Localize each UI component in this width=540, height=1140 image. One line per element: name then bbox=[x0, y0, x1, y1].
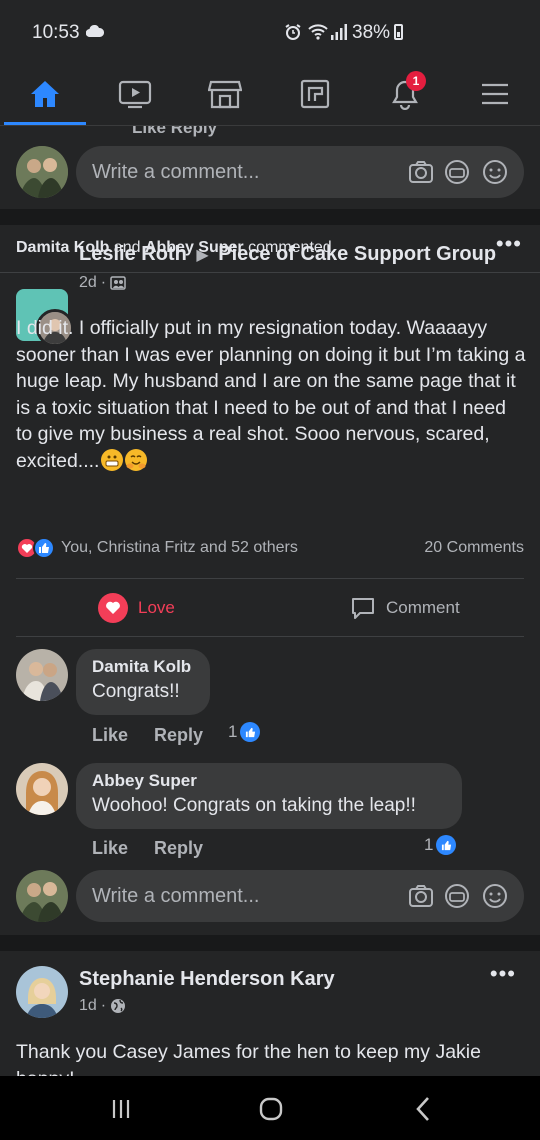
gif-sticker-icon[interactable] bbox=[444, 159, 470, 185]
comment-placeholder: Write a comment... bbox=[92, 885, 260, 907]
comment-text: Congrats!! bbox=[92, 681, 180, 702]
top-navigation: 1 bbox=[0, 64, 540, 126]
commenter-name[interactable]: Damita Kolb bbox=[92, 657, 194, 677]
nav-watch[interactable] bbox=[90, 64, 180, 124]
post-text: I did it. I officially put in my resigna… bbox=[16, 317, 526, 472]
more-options-icon[interactable]: ••• bbox=[490, 961, 516, 987]
post-author-line: Leslie Roth ▶ Piece of Cake Support Grou… bbox=[79, 243, 496, 266]
meta-dot: · bbox=[100, 997, 107, 1014]
hamburger-menu-icon bbox=[482, 83, 508, 105]
commenter-name[interactable]: Abbey Super bbox=[92, 771, 446, 791]
post-time[interactable]: 2d bbox=[79, 274, 97, 292]
nav-home[interactable] bbox=[0, 64, 90, 124]
activity-divider bbox=[0, 272, 540, 273]
comment-bubble[interactable]: Damita Kolb Congrats!! bbox=[76, 649, 210, 715]
comment-placeholder: Write a comment... bbox=[92, 161, 260, 183]
actions-divider bbox=[16, 636, 524, 637]
nav-active-indicator bbox=[4, 122, 86, 125]
comment-like-count[interactable]: 1 bbox=[228, 722, 261, 742]
comment-like-count[interactable]: 1 bbox=[424, 835, 457, 855]
battery-percent: 38% bbox=[352, 22, 391, 43]
commenter-avatar[interactable] bbox=[16, 649, 68, 701]
post-meta: 2d · bbox=[79, 274, 126, 292]
current-user-avatar[interactable] bbox=[16, 870, 68, 922]
comment-like-number: 1 bbox=[228, 722, 238, 741]
comment-like-button[interactable]: Like bbox=[92, 725, 128, 746]
status-bar: 10:53 38% bbox=[0, 0, 540, 64]
home-icon bbox=[31, 81, 59, 107]
emoji-icon[interactable] bbox=[482, 159, 508, 185]
arrow-right-icon: ▶ bbox=[196, 247, 209, 264]
nav-marketplace[interactable] bbox=[180, 64, 270, 124]
emoji-icon[interactable] bbox=[482, 883, 508, 909]
comment-bubble[interactable]: Abbey Super Woohoo! Congrats on taking t… bbox=[76, 763, 462, 829]
next-post-card: Stephanie Henderson Kary 1d · ••• Thank … bbox=[0, 951, 540, 1076]
cloud-icon bbox=[86, 25, 104, 37]
reactions-summary[interactable]: You, Christina Fritz and 52 others bbox=[16, 537, 298, 559]
next-post-meta: 1d · bbox=[79, 997, 126, 1015]
next-post-author[interactable]: Stephanie Henderson Kary bbox=[79, 968, 335, 991]
status-time: 10:53 bbox=[32, 22, 80, 43]
comment-input[interactable]: Write a comment... bbox=[76, 146, 524, 198]
next-post-time[interactable]: 1d bbox=[79, 997, 97, 1015]
nav-notifications[interactable]: 1 bbox=[360, 64, 450, 124]
signal-icon bbox=[331, 24, 347, 40]
comment-like-number: 1 bbox=[424, 835, 434, 854]
group-audience-icon bbox=[110, 276, 126, 290]
notification-badge: 1 bbox=[406, 71, 426, 91]
comment-text: Woohoo! Congrats on taking the leap!! bbox=[92, 795, 416, 816]
wifi-icon bbox=[308, 24, 328, 40]
love-button[interactable]: Love bbox=[98, 578, 175, 638]
comment-bubble-icon bbox=[352, 598, 374, 619]
post-group-name[interactable]: Piece of Cake Support Group bbox=[218, 243, 496, 265]
comment-reply-button[interactable]: Reply bbox=[154, 838, 203, 859]
cut-like-reply: Like Reply bbox=[132, 126, 218, 137]
camera-icon[interactable] bbox=[408, 883, 434, 909]
like-reaction-icon bbox=[33, 537, 55, 559]
post-author-name[interactable]: Leslie Roth bbox=[79, 243, 187, 265]
comment-like-button[interactable]: Like bbox=[92, 838, 128, 859]
recent-apps-icon[interactable] bbox=[110, 1098, 132, 1120]
love-label: Love bbox=[138, 598, 175, 617]
marketplace-icon bbox=[208, 80, 242, 109]
grimacing-emoji bbox=[101, 448, 124, 471]
gif-sticker-icon[interactable] bbox=[444, 883, 470, 909]
comments-count[interactable]: 20 Comments bbox=[424, 539, 524, 557]
post-card: Damita Kolb and Abbey Super commented. •… bbox=[0, 225, 540, 935]
home-button-icon[interactable] bbox=[258, 1096, 284, 1122]
meta-dot: · bbox=[100, 274, 107, 291]
system-navigation-bar bbox=[0, 1076, 540, 1140]
hugging-emoji bbox=[125, 448, 148, 471]
like-reaction-icon bbox=[436, 835, 457, 855]
love-icon bbox=[98, 593, 128, 623]
back-icon[interactable] bbox=[414, 1096, 432, 1122]
comment-input[interactable]: Write a comment... bbox=[76, 870, 524, 922]
current-user-avatar[interactable] bbox=[16, 146, 68, 198]
battery-icon bbox=[394, 24, 403, 40]
news-feed[interactable]: Like Reply Write a comment... Damita Kol… bbox=[0, 126, 540, 1076]
next-post-body: Thank you Casey James for the hen to kee… bbox=[16, 1041, 481, 1076]
reactions-text: You, Christina Fritz and 52 others bbox=[61, 539, 298, 556]
comment-label: Comment bbox=[386, 598, 460, 617]
comment-reply-button[interactable]: Reply bbox=[154, 725, 203, 746]
post-body: I did it. I officially put in my resigna… bbox=[16, 315, 526, 474]
like-reaction-icon bbox=[240, 722, 261, 742]
previous-post-footer: Like Reply Write a comment... bbox=[0, 126, 540, 209]
alarm-icon bbox=[285, 24, 301, 40]
video-icon bbox=[118, 80, 152, 109]
camera-icon[interactable] bbox=[408, 159, 434, 185]
pages-icon bbox=[300, 79, 330, 109]
commenter-avatar[interactable] bbox=[16, 763, 68, 815]
more-options-icon[interactable]: ••• bbox=[496, 231, 522, 257]
next-post-author-avatar[interactable] bbox=[16, 966, 68, 1018]
nav-pages[interactable] bbox=[270, 64, 360, 124]
nav-menu[interactable] bbox=[450, 64, 540, 124]
globe-icon bbox=[111, 999, 126, 1013]
comment-button[interactable]: Comment bbox=[350, 578, 460, 638]
